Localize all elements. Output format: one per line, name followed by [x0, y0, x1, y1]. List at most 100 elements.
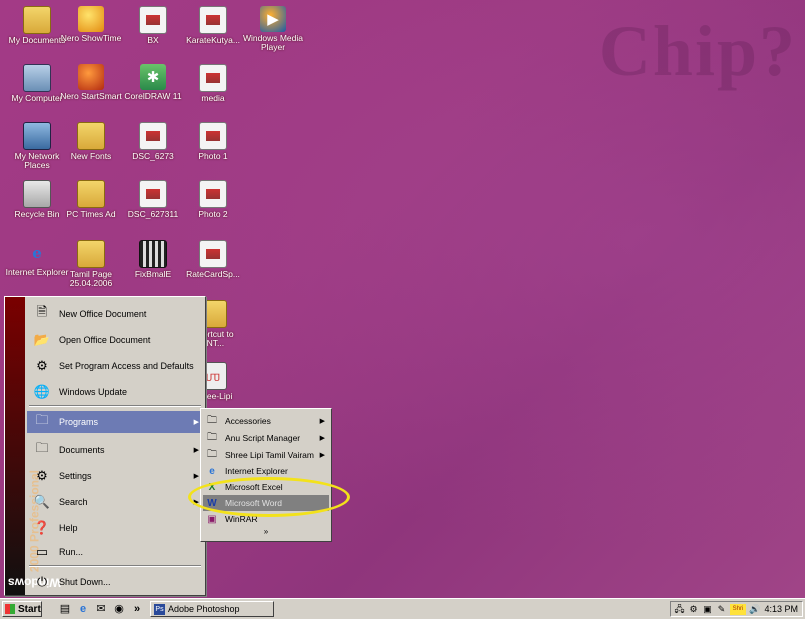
- menu-item-label: Open Office Document: [59, 335, 151, 345]
- excel-icon: X: [208, 481, 216, 493]
- desktop-icon-tamil-page[interactable]: Tamil Page 25.04.2006: [58, 240, 124, 298]
- settings-tray-icon[interactable]: ⚙: [688, 604, 699, 615]
- desktop-icon-bx[interactable]: BX: [120, 6, 186, 64]
- folder-icon: 🗀: [207, 414, 217, 426]
- taskbar: Start ▤ e ✉ ◉ » Ps Adobe Photoshop 🖧 ⚙ ▣…: [0, 598, 805, 619]
- taskbar-button-photoshop[interactable]: Ps Adobe Photoshop: [150, 601, 274, 617]
- taskbar-button-label: Adobe Photoshop: [168, 604, 240, 614]
- submenu-item-microsoft-excel[interactable]: X Microsoft Excel: [203, 479, 329, 495]
- photoshop-icon: Ps: [154, 603, 165, 615]
- menu-item-label: Settings: [59, 471, 92, 481]
- menu-item-help[interactable]: ❓ Help: [27, 517, 203, 539]
- submenu-item-label: Microsoft Excel: [225, 482, 283, 492]
- winrar-icon: ▣: [207, 513, 217, 525]
- run-icon: ▭: [35, 544, 49, 559]
- media-player-icon[interactable]: ◉: [112, 602, 126, 616]
- quick-launch-more[interactable]: »: [130, 602, 144, 616]
- show-desktop-icon[interactable]: ▤: [58, 602, 72, 616]
- desktop-icon-fixbmale[interactable]: FixBmalE: [120, 240, 186, 298]
- clock[interactable]: 4:13 PM: [764, 604, 798, 614]
- menu-item-settings[interactable]: ⚙ Settings ▶: [27, 465, 203, 487]
- desktop-icon-label: Windows Media Player: [243, 33, 303, 52]
- menu-item-set-program-access[interactable]: ⚙ Set Program Access and Defaults: [27, 355, 203, 377]
- menu-item-programs[interactable]: 🗀 Programs ▶: [27, 411, 203, 433]
- desktop-icon-photo-2[interactable]: Photo 2: [180, 180, 246, 238]
- menu-item-label: Search: [59, 497, 88, 507]
- desktop-icon-media[interactable]: media: [180, 64, 246, 122]
- desktop-icon-label: BX: [147, 35, 159, 45]
- folder-icon: [23, 6, 51, 34]
- menu-item-windows-update[interactable]: 🌐 Windows Update: [27, 381, 203, 403]
- windows-update-icon: 🌐: [33, 384, 51, 399]
- submenu-arrow-icon: ▶: [319, 418, 325, 425]
- expand-menu-chevron[interactable]: »: [201, 527, 331, 536]
- document-icon: [199, 180, 227, 208]
- menu-item-shut-down[interactable]: ⏻ Shut Down...: [27, 571, 203, 593]
- submenu-item-microsoft-word[interactable]: W Microsoft Word: [203, 495, 329, 511]
- menu-item-label: New Office Document: [59, 309, 147, 319]
- shree-lipi-tray-icon[interactable]: Shri: [730, 603, 746, 615]
- desktop-icon-pc-times-ad[interactable]: PC Times Ad: [58, 180, 124, 238]
- submenu-item-internet-explorer[interactable]: e Internet Explorer: [203, 463, 329, 479]
- network-tray-icon[interactable]: 🖧: [674, 604, 685, 615]
- start-button-label: Start: [18, 603, 41, 615]
- submenu-item-shree-lipi-tamil-vairam[interactable]: 🗀 Shree Lipi Tamil Vairam ▶: [203, 447, 329, 463]
- desktop-icon-dsc-627311[interactable]: DSC_627311: [120, 180, 186, 238]
- desktop-icon-label: DSC_627311: [127, 209, 179, 219]
- desktop-icon-photo-1[interactable]: Photo 1: [180, 122, 246, 180]
- desktop-icon-label: PC Times Ad: [66, 209, 116, 219]
- background-text: Chip?: [598, 11, 797, 91]
- desktop-icon-label: New Fonts: [70, 151, 112, 161]
- menu-separator: [29, 565, 201, 567]
- document-icon: [139, 180, 167, 208]
- open-office-document-icon: 📂: [33, 332, 51, 347]
- submenu-item-label: Shree Lipi Tamil Vairam: [225, 450, 314, 460]
- help-icon: ❓: [33, 520, 51, 535]
- desktop-icon-dsc-6273[interactable]: DSC_6273: [120, 122, 186, 180]
- volume-tray-icon[interactable]: 🔊: [749, 604, 760, 615]
- desktop-icon-ratecardsp[interactable]: RateCardSp...: [180, 240, 246, 298]
- tool-tray-icon[interactable]: ✎: [716, 604, 727, 615]
- menu-item-label: Help: [59, 523, 78, 533]
- submenu-item-winrar[interactable]: ▣ WinRAR: [203, 511, 329, 527]
- desktop-icon-coreldraw[interactable]: ✱ CorelDRAW 11: [120, 64, 186, 122]
- outlook-express-icon[interactable]: ✉: [94, 602, 108, 616]
- internet-explorer-icon: e: [209, 465, 215, 477]
- submenu-arrow-icon: ▶: [193, 447, 199, 454]
- desktop-icon-karatekutya[interactable]: KarateKutya...: [180, 6, 246, 64]
- menu-item-open-office-document[interactable]: 📂 Open Office Document: [27, 329, 203, 351]
- desktop-icon-label: media: [201, 93, 225, 103]
- submenu-arrow-icon: ▶: [193, 473, 199, 480]
- desktop-icon-windows-media-player[interactable]: ▶ Windows Media Player: [240, 6, 306, 64]
- desktop-icon-nero-startsmart[interactable]: Nero StartSmart: [58, 64, 124, 122]
- programs-icon: 🗀: [35, 412, 49, 427]
- folder-icon: [77, 240, 105, 268]
- computer-icon: [23, 64, 51, 92]
- desktop-icon-nero-showtime[interactable]: Nero ShowTime: [58, 6, 124, 64]
- desktop-icon-new-fonts[interactable]: New Fonts: [58, 122, 124, 180]
- folder-icon: [77, 180, 105, 208]
- menu-item-search[interactable]: 🔍 Search ▶: [27, 491, 203, 513]
- desktop-icon-label: Tamil Page 25.04.2006: [69, 269, 113, 288]
- menu-item-new-office-document[interactable]: 🗎 New Office Document: [27, 303, 203, 325]
- menu-item-documents[interactable]: 🗀 Documents ▶: [27, 439, 203, 461]
- monitor-tray-icon[interactable]: ▣: [702, 604, 713, 615]
- start-button[interactable]: Start: [2, 601, 42, 617]
- submenu-item-label: Accessories: [225, 416, 271, 426]
- start-menu-banner: Windows 2000 Professional: [5, 297, 61, 595]
- program-access-icon: ⚙: [36, 358, 48, 373]
- submenu-item-anu-script-manager[interactable]: 🗀 Anu Script Manager ▶: [203, 430, 329, 446]
- submenu-item-accessories[interactable]: 🗀 Accessories ▶: [203, 413, 329, 429]
- folder-icon: 🗀: [207, 431, 217, 443]
- nero-startsmart-icon: [78, 64, 104, 90]
- menu-item-label: Set Program Access and Defaults: [59, 361, 194, 371]
- desktop-icon-label: Nero StartSmart: [60, 91, 122, 101]
- submenu-item-label: Microsoft Word: [225, 498, 282, 508]
- start-menu: Windows 2000 Professional 🗎 New Office D…: [4, 296, 206, 596]
- menu-item-run[interactable]: ▭ Run...: [27, 541, 203, 563]
- word-icon: W: [207, 497, 217, 509]
- film-icon: [139, 240, 167, 268]
- documents-icon: 🗀: [35, 440, 49, 455]
- internet-explorer-icon[interactable]: e: [76, 602, 90, 616]
- desktop-icon-label: DSC_6273: [132, 151, 174, 161]
